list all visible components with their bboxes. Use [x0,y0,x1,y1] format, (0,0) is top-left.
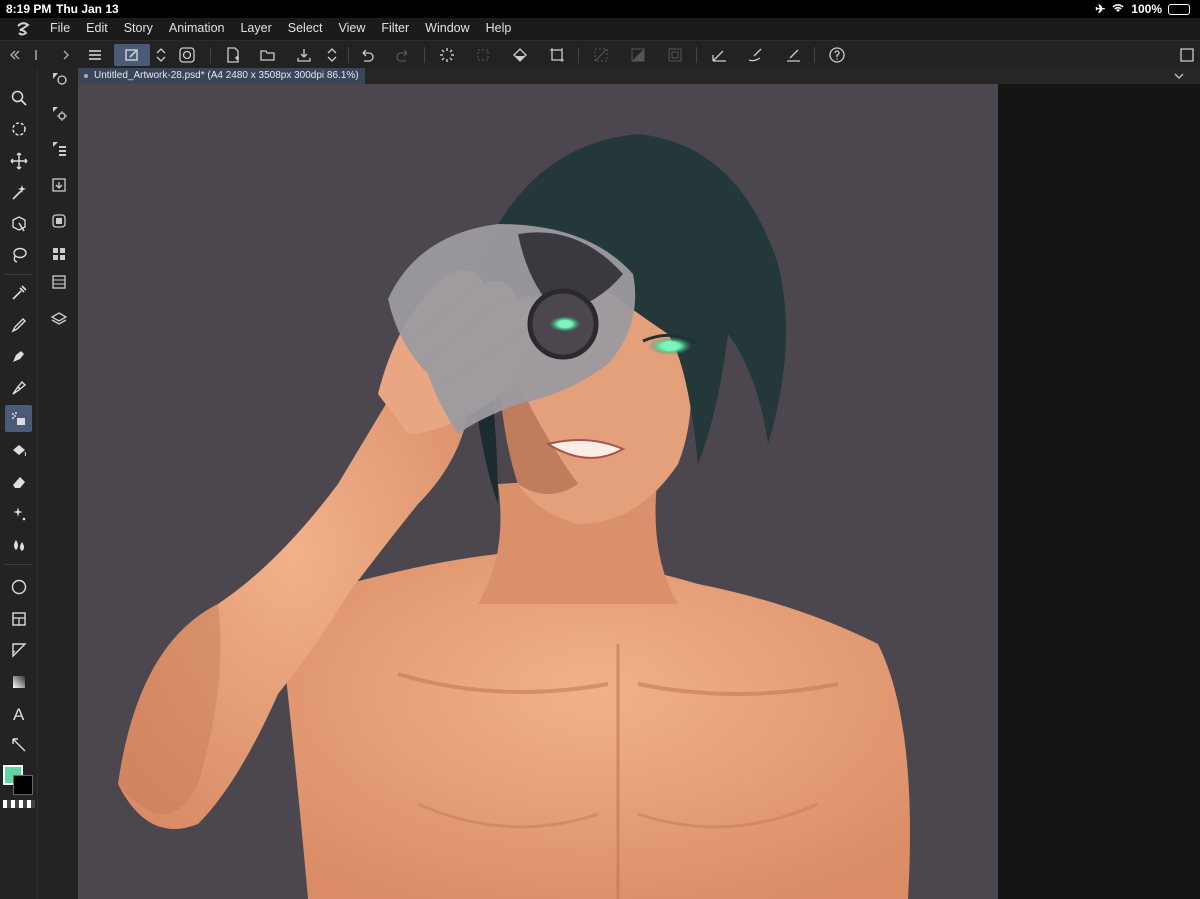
menu-file[interactable]: File [50,21,70,35]
tool-property-icon[interactable] [46,100,72,126]
correct-line-icon[interactable] [5,731,32,758]
expand-right-icon[interactable] [55,44,77,66]
material-icon[interactable] [46,172,72,198]
fill-bucket-icon[interactable] [509,44,531,66]
magic-wand-icon[interactable] [5,178,32,205]
palette-bar [37,68,78,899]
companion-icon[interactable] [176,44,198,66]
mode-stepper-icon[interactable] [150,44,172,66]
sub-color-swatch[interactable] [13,775,33,795]
eraser-icon[interactable] [5,468,32,495]
fill-icon[interactable] [5,437,32,464]
battery-text: 100% [1131,2,1162,16]
clear-selection-icon[interactable] [664,44,686,66]
hamburger-menu-icon[interactable] [84,44,106,66]
modify-mode-button[interactable] [114,44,150,66]
loading-icon[interactable] [436,44,458,66]
sub-tool-icon[interactable] [46,65,72,91]
pencil-icon[interactable] [5,311,32,338]
invert-selection-icon[interactable] [627,44,649,66]
menu-animation[interactable]: Animation [169,21,225,35]
chevron-down-icon[interactable] [1172,69,1186,83]
move-icon[interactable] [5,147,32,174]
fullscreen-icon[interactable] [1176,44,1198,66]
artwork-canvas[interactable] [78,84,998,899]
deselect-icon[interactable] [590,44,612,66]
panel-handle-icon[interactable] [26,44,48,66]
open-folder-icon[interactable] [257,44,279,66]
app-logo-icon[interactable] [14,20,32,38]
brush-stroke-icon[interactable] [744,44,766,66]
canvas-workspace[interactable] [78,84,1200,899]
navigator-icon[interactable] [46,208,72,234]
menu-layer[interactable]: Layer [240,21,271,35]
document-tab-bar: Untitled_Artwork-28.psd* (A4 2480 x 3508… [78,68,1200,84]
file-stepper-icon[interactable] [321,44,343,66]
layers-icon[interactable] [46,306,72,332]
color-set-icon[interactable] [46,241,72,267]
pen-icon[interactable] [5,342,32,369]
save-icon[interactable] [293,44,315,66]
timeline-icon[interactable] [46,269,72,295]
status-date: Thu Jan 13 [56,2,119,16]
eyedropper-icon[interactable] [5,279,32,306]
undo-icon[interactable] [356,44,378,66]
status-bar: 8:19 PM Thu Jan 13 ✈ 100% [0,0,1200,18]
menu-help[interactable]: Help [486,21,512,35]
menu-view[interactable]: View [339,21,366,35]
svg-text:A: A [13,705,25,722]
ruler-icon[interactable] [5,636,32,663]
battery-charging-icon [1168,3,1190,15]
brush-size-icon[interactable] [46,135,72,161]
gradient-icon[interactable] [5,668,32,695]
tool-palette: A [0,68,37,899]
help-icon[interactable] [826,44,848,66]
status-time: 8:19 PM [6,2,52,16]
line-draw-icon[interactable] [782,44,804,66]
airbrush-icon[interactable] [5,405,32,432]
frame-icon[interactable] [5,605,32,632]
decoration-icon[interactable] [5,500,32,527]
wifi-icon [1111,2,1125,16]
menu-filter[interactable]: Filter [381,21,409,35]
blend-icon[interactable] [5,531,32,558]
artwork-illustration [78,84,998,899]
menu-edit[interactable]: Edit [86,21,108,35]
command-bar [0,40,1200,68]
menu-select[interactable]: Select [288,21,323,35]
zoom-icon[interactable] [5,84,32,111]
lasso-icon[interactable] [5,241,32,268]
new-file-icon[interactable] [222,44,244,66]
redo-icon[interactable] [392,44,414,66]
g-pen-icon[interactable] [5,374,32,401]
rotate-icon[interactable] [5,115,32,142]
selection-area-icon[interactable] [472,44,494,66]
transparent-color-swatch[interactable] [3,800,35,808]
transform-icon[interactable] [546,44,568,66]
document-tab-title: Untitled_Artwork-28.psd* (A4 2480 x 3508… [94,70,359,81]
menu-story[interactable]: Story [124,21,153,35]
menu-bar: File Edit Story Animation Layer Select V… [0,18,1200,40]
airplane-icon: ✈ [1095,2,1106,16]
collapse-left-icon[interactable] [4,44,26,66]
stroke-icon[interactable] [708,44,730,66]
text-icon[interactable]: A [5,699,32,726]
document-tab[interactable]: Untitled_Artwork-28.psd* (A4 2480 x 3508… [78,68,365,84]
figure-icon[interactable] [5,573,32,600]
menu-window[interactable]: Window [425,21,469,35]
object-select-icon[interactable] [5,210,32,237]
